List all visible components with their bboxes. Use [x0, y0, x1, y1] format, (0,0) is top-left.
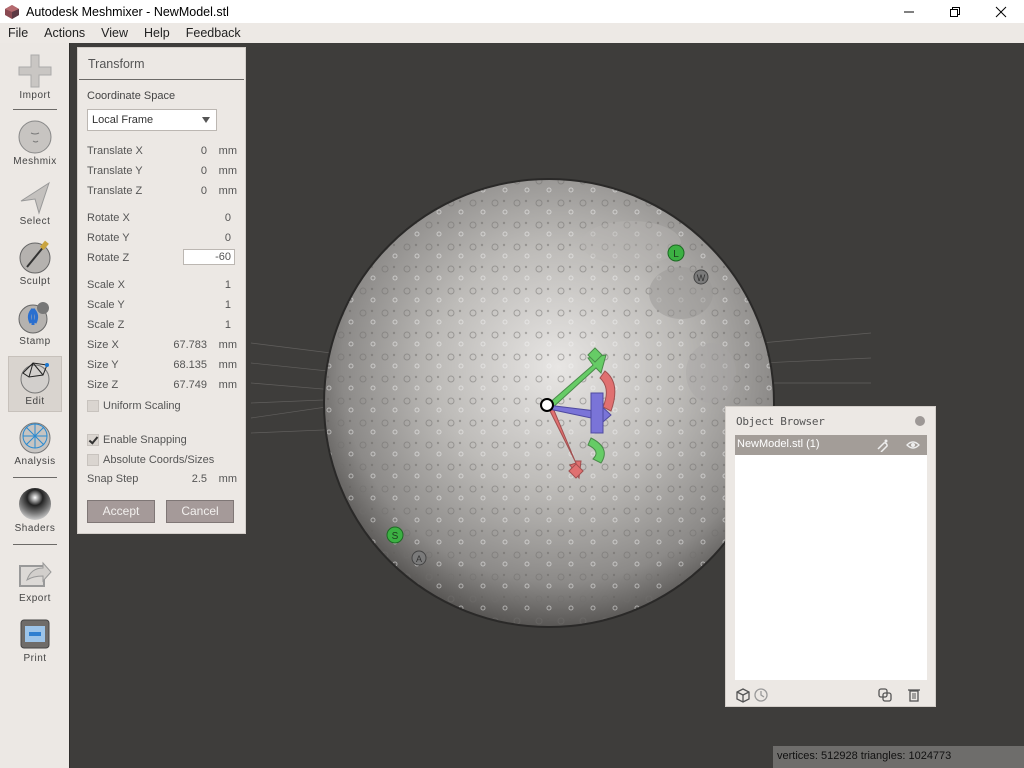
snap-step-row[interactable]: Snap Step 2.5 mm: [87, 473, 237, 489]
rotate-x-value[interactable]: 0: [225, 212, 231, 224]
transform-panel: Transform Coordinate Space Local Frame T…: [77, 47, 246, 534]
rotate-y-row[interactable]: Rotate Y 0: [87, 232, 237, 248]
svg-text:W: W: [697, 273, 706, 283]
scale-z-value[interactable]: 1: [225, 319, 231, 331]
toolbar-divider: [13, 544, 57, 545]
tool-stamp[interactable]: Stamp: [8, 297, 62, 353]
bunny-head-icon: [18, 120, 52, 154]
scale-y-row[interactable]: Scale Y 1: [87, 299, 237, 315]
object-browser-title: Object Browser: [736, 415, 825, 428]
enable-snapping-checkbox[interactable]: Enable Snapping: [87, 432, 187, 448]
printer-icon: [20, 619, 50, 649]
size-x-row[interactable]: Size X 67.783 mm: [87, 339, 237, 355]
tool-select[interactable]: Select: [8, 177, 62, 233]
rotate-y-value[interactable]: 0: [225, 232, 231, 244]
export-arrow-icon: [19, 561, 52, 587]
accept-button[interactable]: Accept: [87, 500, 155, 523]
marker-l[interactable]: L: [667, 244, 685, 262]
checkbox-box: [87, 400, 99, 412]
snap-step-value[interactable]: 2.5: [192, 473, 207, 485]
status-bar: vertices: 512928 triangles: 1024773: [773, 746, 1024, 768]
rotate-z-row[interactable]: Rotate Z -60: [87, 249, 237, 268]
translate-z-value[interactable]: 0: [201, 185, 207, 197]
minimize-icon: [904, 11, 914, 12]
tool-import[interactable]: Import: [8, 51, 62, 107]
tool-analysis[interactable]: Analysis: [8, 417, 62, 473]
translate-x-value[interactable]: 0: [201, 145, 207, 157]
tool-print[interactable]: Print: [8, 614, 62, 670]
fleur-de-lis-stamp-icon: [18, 302, 49, 334]
svg-text:S: S: [392, 531, 399, 542]
translate-x-row[interactable]: Translate X 0 mm: [87, 145, 237, 161]
tool-edit[interactable]: Edit: [8, 356, 62, 412]
menu-feedback[interactable]: Feedback: [178, 26, 249, 40]
object-browser-panel: Object Browser NewModel.stl (1): [725, 406, 936, 707]
mesh-analysis-icon: [19, 422, 51, 454]
tool-shaders[interactable]: Shaders: [8, 484, 62, 540]
menu-view[interactable]: View: [93, 26, 136, 40]
restore-button[interactable]: [932, 0, 978, 23]
chevron-down-icon: [202, 117, 210, 123]
tool-meshmix[interactable]: Meshmix: [8, 117, 62, 173]
svg-text:L: L: [673, 249, 679, 260]
trash-icon[interactable]: [906, 687, 922, 703]
size-z-row[interactable]: Size Z 67.749 mm: [87, 379, 237, 395]
chrome-ball-icon: [19, 488, 51, 520]
scale-x-value[interactable]: 1: [225, 279, 231, 291]
minimize-button[interactable]: [886, 0, 932, 23]
tool-export[interactable]: Export: [8, 554, 62, 610]
marker-a[interactable]: A: [411, 550, 427, 566]
svg-text:A: A: [416, 554, 422, 564]
rotate-z-input[interactable]: -60: [183, 249, 235, 265]
title-bar: Autodesk Meshmixer - NewModel.stl: [0, 0, 1024, 23]
absolute-coords-checkbox[interactable]: Absolute Coords/Sizes: [87, 452, 214, 468]
restore-icon: [950, 6, 960, 17]
eye-icon[interactable]: [906, 438, 920, 452]
tool-sculpt[interactable]: Sculpt: [8, 237, 62, 293]
size-x-value[interactable]: 67.783: [173, 339, 207, 351]
size-y-value[interactable]: 68.135: [173, 359, 207, 371]
size-z-value[interactable]: 67.749: [173, 379, 207, 391]
list-item[interactable]: NewModel.stl (1): [735, 435, 927, 455]
close-icon[interactable]: [915, 416, 925, 426]
plus-icon: [18, 54, 52, 88]
rotate-x-row[interactable]: Rotate X 0: [87, 212, 237, 228]
size-y-row[interactable]: Size Y 68.135 mm: [87, 359, 237, 375]
window-title: Autodesk Meshmixer - NewModel.stl: [26, 4, 229, 19]
wireframe-sphere-icon: [20, 362, 50, 394]
menu-bar: File Actions View Help Feedback: [0, 23, 1024, 43]
translate-z-row[interactable]: Translate Z 0 mm: [87, 185, 237, 201]
menu-actions[interactable]: Actions: [36, 26, 93, 40]
scale-y-value[interactable]: 1: [225, 299, 231, 311]
clock-icon[interactable]: [753, 687, 769, 703]
coordinate-space-dropdown[interactable]: Local Frame: [87, 109, 217, 131]
menu-help[interactable]: Help: [136, 26, 178, 40]
meshmixer-logo-icon: [5, 4, 19, 19]
arrow-cursor-icon: [20, 181, 50, 215]
marker-s[interactable]: S: [386, 526, 404, 544]
panel-title: Transform: [79, 48, 244, 80]
coordinate-space-label: Coordinate Space: [87, 90, 176, 102]
checkmark-icon: [87, 434, 99, 446]
marker-w[interactable]: W: [693, 269, 709, 285]
close-button[interactable]: [978, 0, 1024, 23]
checkbox-box: [87, 454, 99, 466]
brush-sphere-icon: [19, 240, 51, 274]
translate-y-row[interactable]: Translate Y 0 mm: [87, 165, 237, 181]
object-list: NewModel.stl (1): [735, 435, 927, 680]
menu-file[interactable]: File: [0, 26, 36, 40]
duplicate-icon[interactable]: [877, 687, 893, 703]
toolbar-divider: [13, 109, 57, 110]
uniform-scaling-checkbox[interactable]: Uniform Scaling: [87, 398, 181, 414]
cancel-button[interactable]: Cancel: [166, 500, 234, 523]
tool-sidebar: Import Meshmix Select Sculpt Stamp Edit …: [0, 43, 70, 768]
magnet-icon[interactable]: [875, 438, 889, 452]
cube-icon[interactable]: [735, 687, 751, 703]
scale-x-row[interactable]: Scale X 1: [87, 279, 237, 295]
toolbar-divider: [13, 477, 57, 478]
translate-y-value[interactable]: 0: [201, 165, 207, 177]
close-icon: [995, 6, 1007, 17]
scale-z-row[interactable]: Scale Z 1: [87, 319, 237, 335]
